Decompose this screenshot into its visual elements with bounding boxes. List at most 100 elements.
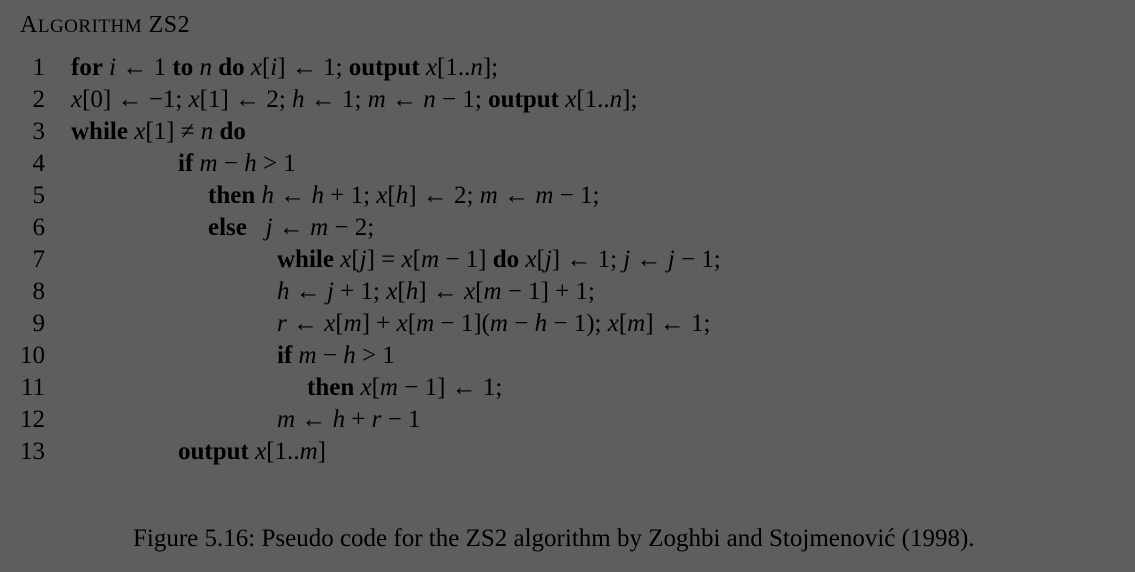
code-token: ← bbox=[630, 246, 668, 273]
code-token: > 1 bbox=[256, 150, 296, 177]
math-variable: m bbox=[298, 342, 317, 369]
math-variable: j bbox=[359, 246, 367, 273]
code-token: [1] ≠ bbox=[145, 118, 201, 145]
code-token: [ bbox=[618, 310, 628, 337]
code-line: 8h ← j + 1; x[h] ← x[m − 1] + 1; bbox=[0, 276, 1135, 308]
math-variable: m bbox=[479, 182, 498, 209]
math-variable: m bbox=[199, 150, 218, 177]
keyword: output bbox=[488, 86, 559, 113]
code-line: 9r ← x[m] + x[m − 1](m − h − 1); x[m] ← … bbox=[0, 308, 1135, 340]
code-token: [ bbox=[371, 374, 380, 401]
code-token: ]; bbox=[482, 54, 499, 81]
math-variable: h bbox=[343, 342, 356, 369]
code-token: − bbox=[316, 342, 344, 369]
code-token: [ bbox=[536, 246, 545, 273]
code-line: 2 x[0] ← −1; x[1] ← 2; h ← 1; m ← n − 1; … bbox=[0, 84, 1135, 116]
keyword: while bbox=[277, 246, 334, 273]
algorithm-title-rest: LGORITHM bbox=[37, 16, 143, 37]
code-token: > 1 bbox=[355, 342, 395, 369]
code-token: − 1); bbox=[547, 310, 608, 337]
math-variable: h bbox=[244, 150, 257, 177]
math-variable: h bbox=[405, 278, 419, 305]
code-token: ← bbox=[273, 182, 312, 209]
code-text: for i ← 1 to n do x[i] ← 1; output x[1..… bbox=[71, 52, 498, 84]
math-variable: m bbox=[277, 406, 296, 433]
code-token: ← bbox=[497, 182, 536, 209]
code-token: ← bbox=[295, 406, 333, 433]
code-line: 7 while x[j] = x[m − 1] do x[j] ← 1; j ← … bbox=[0, 244, 1135, 276]
math-variable: h bbox=[534, 310, 548, 337]
code-token: [ bbox=[407, 310, 417, 337]
code-token: + 1; bbox=[333, 278, 387, 305]
math-variable: r bbox=[277, 310, 287, 337]
code-line: 1 for i ← 1 to n do x[i] ← 1; output x[1.… bbox=[0, 52, 1135, 84]
code-token: − 1; bbox=[553, 182, 600, 209]
math-variable: x bbox=[386, 278, 398, 305]
line-number: 6 bbox=[32, 214, 46, 241]
math-variable: n bbox=[423, 86, 436, 113]
code-text: h ← j + 1; x[h] ← x[m − 1] + 1; bbox=[277, 276, 595, 308]
math-variable: x bbox=[71, 86, 83, 113]
math-variable: x bbox=[425, 54, 438, 81]
code-line: 3 while x[1] ≠ n do bbox=[0, 116, 1135, 148]
code-token: [ bbox=[387, 182, 396, 209]
code-token: [1.. bbox=[437, 54, 471, 81]
code-token: ] ← 1; bbox=[645, 310, 711, 337]
math-variable: n bbox=[200, 118, 214, 145]
math-variable: h bbox=[311, 182, 324, 209]
algorithm-title-first: A bbox=[20, 12, 38, 38]
math-variable: x bbox=[376, 182, 388, 209]
math-variable: x bbox=[250, 54, 262, 81]
pseudo-code-block: 1 for i ← 1 to n do x[i] ← 1; output x[1.… bbox=[0, 52, 1135, 468]
code-token: − 1] + 1; bbox=[501, 278, 595, 305]
keyword: if bbox=[277, 342, 293, 369]
math-variable: x bbox=[134, 118, 146, 145]
line-number: 1 bbox=[32, 54, 46, 81]
math-variable: j bbox=[327, 278, 334, 305]
code-token: [1.. bbox=[576, 86, 610, 113]
code-token: − bbox=[507, 310, 535, 337]
algorithm-name: ZS2 bbox=[148, 12, 191, 38]
line-number: 11 bbox=[20, 374, 45, 401]
code-token: ] = bbox=[366, 246, 402, 273]
math-variable: x bbox=[401, 246, 413, 273]
code-line: 10 if m − h > 1 bbox=[0, 340, 1135, 372]
code-token: [ bbox=[397, 278, 406, 305]
code-token: [1.. bbox=[266, 438, 300, 465]
code-token: − 1] ← 1; bbox=[397, 374, 503, 401]
code-token: ← bbox=[385, 86, 424, 113]
code-line: 5 then h ← h + 1; x[h] ← 2; m ← m − 1; bbox=[0, 180, 1135, 212]
math-variable: m bbox=[483, 278, 502, 305]
math-variable: x bbox=[464, 278, 476, 305]
line-number: 2 bbox=[32, 86, 46, 113]
line-number: 3 bbox=[32, 118, 46, 145]
code-token: ← 1; bbox=[304, 86, 368, 113]
code-token: − 1 bbox=[381, 406, 421, 433]
code-token: ← bbox=[286, 310, 325, 337]
math-variable: x bbox=[525, 246, 537, 273]
math-variable: m bbox=[299, 438, 318, 465]
line-number: 13 bbox=[20, 438, 45, 465]
math-variable: x bbox=[607, 310, 619, 337]
code-token: − 1] bbox=[439, 246, 493, 273]
math-variable: x bbox=[255, 438, 267, 465]
code-token: ← bbox=[289, 278, 327, 305]
math-variable: j bbox=[667, 246, 675, 273]
keyword: then bbox=[307, 374, 355, 401]
keyword: for bbox=[71, 54, 103, 81]
keyword: do bbox=[218, 54, 245, 81]
math-variable: m bbox=[489, 310, 508, 337]
math-variable: x bbox=[565, 86, 577, 113]
code-token: − 1; bbox=[674, 246, 721, 273]
code-text: while x[j] = x[m − 1] do x[j] ← 1; j ← j… bbox=[277, 244, 721, 276]
math-variable: m bbox=[379, 374, 398, 401]
algorithm-title: ALGORITHM ZS2 bbox=[20, 12, 190, 39]
code-line: 6 else j ← m − 2; bbox=[0, 212, 1135, 244]
keyword: do bbox=[219, 118, 246, 145]
math-variable: m bbox=[416, 310, 435, 337]
keyword: while bbox=[71, 118, 128, 145]
math-variable: j bbox=[544, 246, 552, 273]
keyword: output bbox=[178, 438, 249, 465]
math-variable: x bbox=[340, 246, 352, 273]
